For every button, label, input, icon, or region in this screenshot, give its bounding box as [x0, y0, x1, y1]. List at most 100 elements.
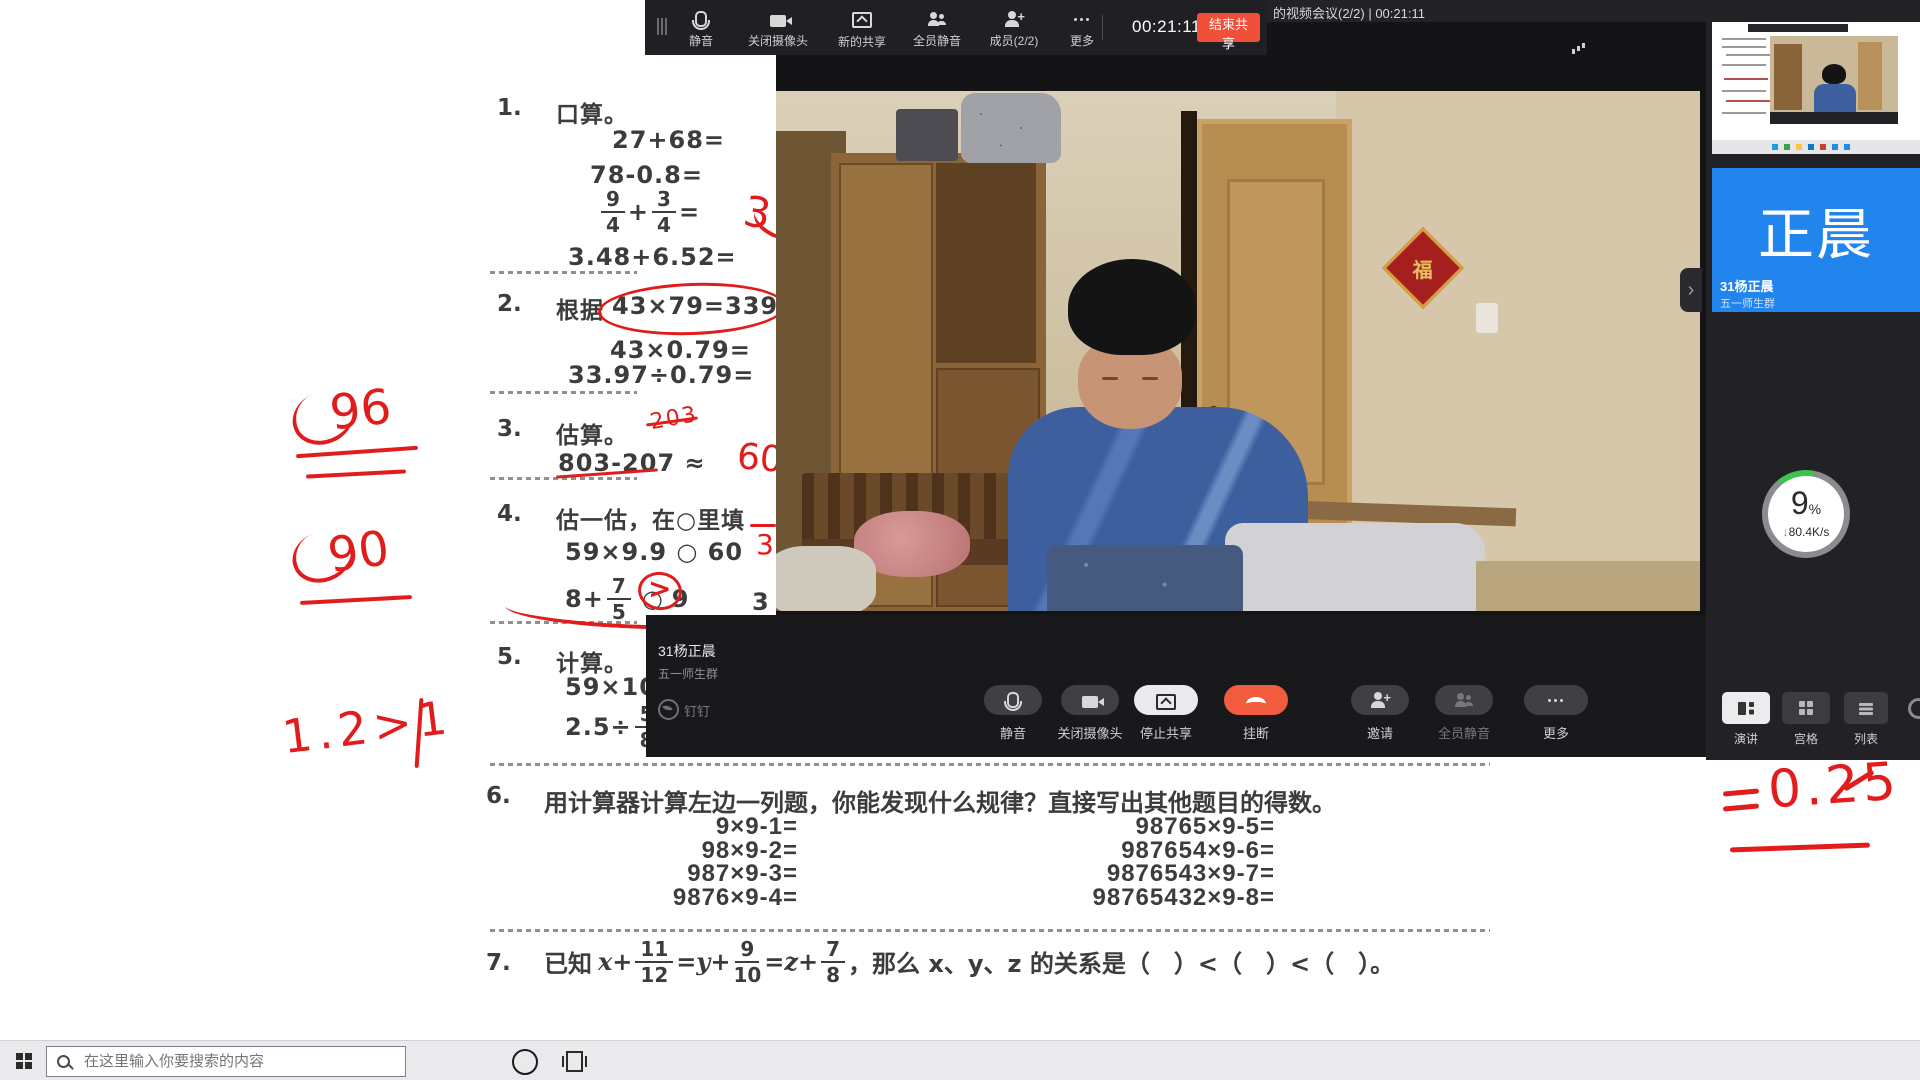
mute-button[interactable]: 静音: [979, 685, 1047, 742]
network-status-circle: 9% ↓80.4K/s: [1762, 470, 1850, 558]
mini-boy-torso: [1814, 84, 1856, 112]
red-underline: [300, 595, 412, 605]
participant-name: 31杨正晨: [1720, 276, 1773, 295]
brand-label: 钉钉: [684, 701, 710, 720]
search-handle: [68, 1064, 74, 1070]
p3-number: 3.: [497, 416, 522, 442]
signal-bars-icon: [1572, 41, 1586, 55]
cortana-button[interactable]: [512, 1049, 538, 1075]
search-input[interactable]: [82, 1052, 376, 1071]
participants-sidebar: 正晨 31杨正晨 五一师生群 9% ↓80.4K/s 演讲 宫格 列表: [1706, 0, 1920, 760]
participant-tile[interactable]: 正晨 31杨正晨 五一师生群: [1712, 168, 1920, 312]
net-percent: 9: [1791, 485, 1809, 521]
camera-icon: [1082, 696, 1098, 708]
participant-big-name: 正晨: [1712, 190, 1920, 271]
toolbar-mute-all-button[interactable]: 全员静音: [904, 7, 970, 49]
p5-number: 5.: [497, 644, 522, 670]
red-underline: [1730, 843, 1870, 853]
task-view-left-bar: [562, 1056, 564, 1067]
mini-boy-head: [1822, 64, 1846, 84]
p1-item: 78-0.8=: [590, 161, 703, 189]
grid-view-icon: [1799, 701, 1813, 715]
start-button[interactable]: [16, 1053, 23, 1060]
more-dots-icon: [1546, 692, 1566, 708]
p6-equation: 9876543×9-7=: [1035, 862, 1275, 886]
view-speaker-label: 演讲: [1714, 730, 1778, 747]
drag-handle-icon[interactable]: [657, 18, 659, 35]
toolbar-mute-button[interactable]: 静音: [673, 7, 729, 49]
red-equals-bar: [1723, 788, 1759, 796]
share-toolbar: 静音 关闭摄像头 新的共享 全员静音 + 成员(2/2) 更多: [645, 0, 1267, 55]
plus-icon: +: [1017, 9, 1025, 24]
toolbar-members-button[interactable]: + 成员(2/2): [977, 7, 1051, 49]
plus-icon: +: [1383, 690, 1391, 705]
settings-gear-icon[interactable]: [1908, 698, 1920, 719]
invite-button[interactable]: + 邀请: [1346, 685, 1414, 742]
share-timer: 00:21:11: [1132, 17, 1201, 37]
p2-title: 根据: [556, 291, 604, 325]
boy-eye: [1102, 377, 1118, 380]
p6-equation: 987654×9-6=: [1035, 839, 1275, 863]
self-video-thumbnail[interactable]: [1712, 22, 1920, 154]
red-underline: [306, 469, 406, 478]
view-grid-button[interactable]: [1782, 692, 1830, 724]
p6-equation: 98×9-2=: [558, 839, 798, 863]
desktop-screen: 1. 口算。 27+68= 78-0.8= 94 + 34 = 3.48+6.5…: [0, 0, 1920, 1080]
people-icon: [1454, 692, 1474, 708]
speaker-name: 31杨正晨: [658, 641, 716, 661]
window-title: 的视频会议(2/2) | 00:21:11: [1273, 3, 1425, 22]
view-speaker-button[interactable]: [1722, 692, 1770, 724]
p1-title: 口算。: [556, 95, 628, 129]
speaker-group: 五一师生群: [658, 665, 718, 682]
toolbar-camera-off-button[interactable]: 关闭摄像头: [736, 7, 820, 49]
mini-toolbar: [1748, 24, 1848, 32]
view-list-button[interactable]: [1844, 692, 1888, 724]
view-list-label: 列表: [1834, 730, 1898, 747]
p6-equation: 987×9-3=: [558, 862, 798, 886]
p7-number: 7.: [486, 950, 511, 976]
divider: [490, 271, 637, 274]
hang-up-button[interactable]: 挂断: [1222, 685, 1290, 742]
stop-share-button[interactable]: 停止共享: [1132, 685, 1200, 742]
more-button[interactable]: 更多: [1522, 685, 1590, 742]
boy-head: [1068, 259, 1196, 434]
windows-taskbar: e P: [0, 1040, 1920, 1080]
mini-app-dots: [1772, 144, 1778, 150]
taskbar-search-box[interactable]: [46, 1046, 406, 1077]
p4-item: 59×9.9 ○ 60: [565, 538, 743, 566]
toolbar-more-button[interactable]: 更多: [1058, 7, 1106, 49]
floor: [1476, 561, 1700, 611]
red-underline: [296, 446, 418, 459]
camera-icon: [770, 15, 786, 27]
p1-number: 1.: [497, 95, 522, 121]
end-share-button[interactable]: 结束共享: [1197, 13, 1260, 42]
hang-up-icon: [1246, 697, 1266, 711]
list-view-icon: [1859, 702, 1873, 714]
p6-number: 6.: [486, 783, 511, 809]
p4-item-next-col: 3: [752, 588, 770, 616]
share-screen-icon: [852, 12, 872, 28]
participant-group: 五一师生群: [1720, 295, 1775, 311]
mini-strip: [1770, 112, 1898, 124]
red-mark-3: 3: [756, 528, 774, 561]
video-panel: 福 ›: [776, 22, 1706, 615]
mute-all-button[interactable]: 全员静音: [1430, 685, 1498, 742]
net-speed: 80.4K/s: [1789, 525, 1830, 539]
mini-wardrobe: [1774, 44, 1802, 110]
mic-icon: [695, 11, 707, 27]
handwritten-96: 96: [327, 378, 394, 441]
mini-feed: [1770, 36, 1898, 112]
white-pillow: [776, 546, 876, 611]
search-icon: [57, 1055, 70, 1068]
dingtalk-wing: [662, 704, 672, 712]
toolbar-new-share-button[interactable]: 新的共享: [827, 5, 897, 50]
p6-right-column: 98765×9-5=987654×9-6=9876543×9-7=9876543…: [1035, 815, 1275, 909]
boy-hair: [1068, 259, 1196, 355]
task-view-button[interactable]: [566, 1051, 583, 1072]
blue-blanket: [1047, 545, 1243, 611]
camera-off-button[interactable]: 关闭摄像头: [1056, 685, 1124, 742]
sidebar-collapse-tab[interactable]: ›: [1680, 268, 1702, 312]
share-screen-icon: [1156, 694, 1176, 710]
speaker-view-icon: [1738, 702, 1754, 715]
more-dots-icon: [1072, 11, 1092, 27]
